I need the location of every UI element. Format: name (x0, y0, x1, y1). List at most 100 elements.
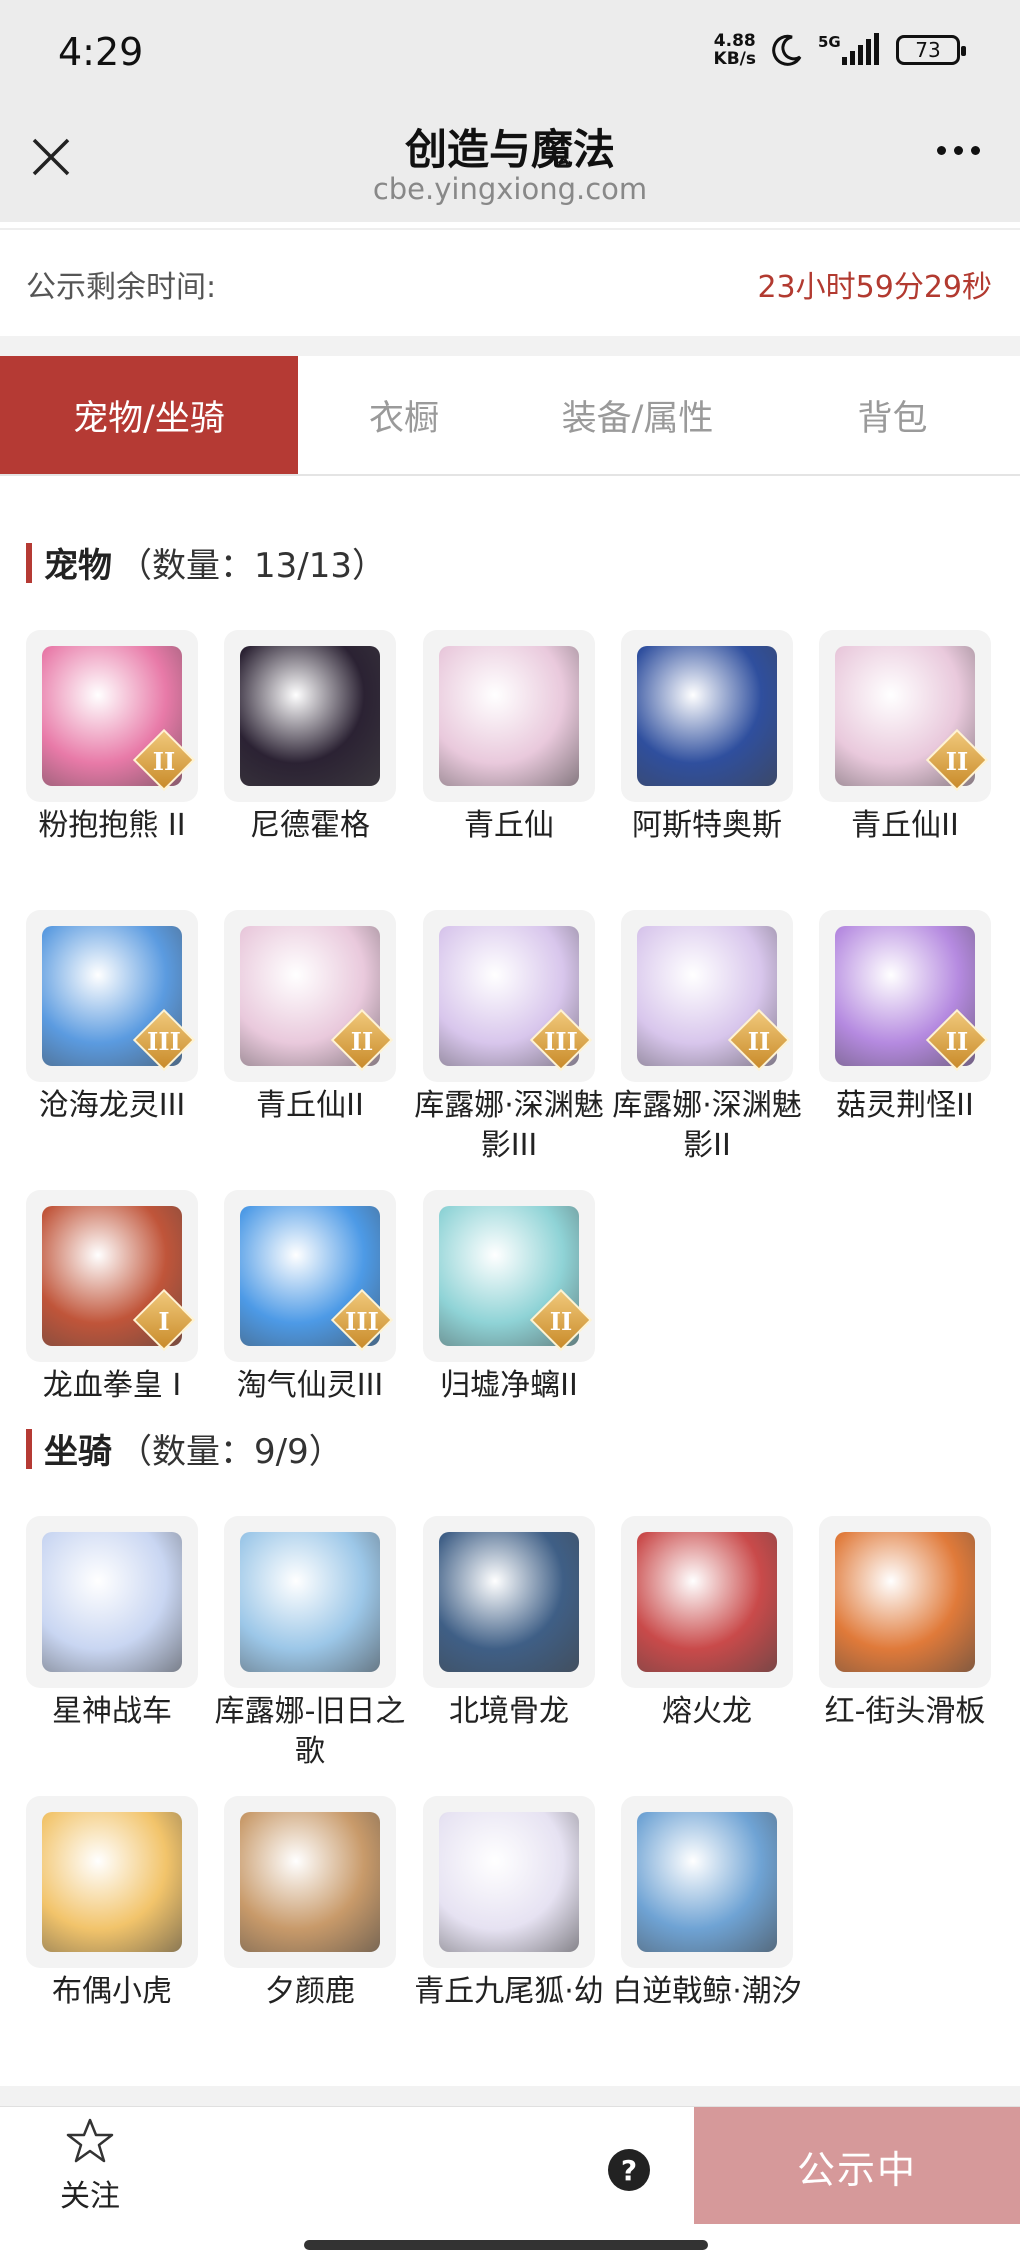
signal-icon: 5G (818, 33, 882, 67)
item-card[interactable]: II 菇灵荆怪II (819, 910, 991, 1126)
battery-level: 73 (915, 38, 941, 62)
item-name: 星神战车 (52, 1694, 172, 1729)
moon-icon (770, 33, 804, 67)
tab-pets-mounts[interactable]: 宠物/坐骑 (0, 356, 298, 474)
item-card[interactable]: 熔火龙 (621, 1516, 793, 1732)
network-label: 5G (818, 33, 841, 51)
battery-icon: 73 (896, 35, 966, 65)
item-name: 青丘九尾狐·幼 (414, 1974, 604, 2009)
item-card[interactable]: III 沧海龙灵III (26, 910, 198, 1126)
item-card[interactable]: 夕颜鹿 (224, 1796, 396, 2012)
item-thumbnail: III (423, 910, 595, 1082)
item-card[interactable]: I 龙血拳皇 I (26, 1190, 198, 1406)
title-bar: 创造与魔法 cbe.yingxiong.com (0, 110, 1020, 222)
item-card[interactable]: 尼德霍格 (224, 630, 396, 846)
item-image (240, 1812, 380, 1952)
bottom-bar: 关注 ? 公示中 (0, 2106, 1020, 2225)
grade-badge-text: II (945, 1027, 969, 1056)
item-thumbnail (224, 1516, 396, 1688)
more-dot (971, 146, 980, 155)
item-name: 龙血拳皇 I (42, 1368, 182, 1403)
more-button[interactable] (937, 146, 980, 155)
item-card[interactable]: II 青丘仙II (819, 630, 991, 846)
item-thumbnail: II (621, 910, 793, 1082)
follow-label: 关注 (60, 2179, 120, 2214)
item-thumbnail: II (423, 1190, 595, 1362)
section-count: （数量：13/13） (118, 546, 386, 586)
item-name: 淘气仙灵III (236, 1368, 384, 1403)
item-thumbnail (621, 630, 793, 802)
item-card[interactable]: 阿斯特奥斯 (621, 630, 793, 846)
item-image (240, 646, 380, 786)
section-title: 宠物 (44, 546, 112, 586)
grade-badge-text: II (350, 1027, 374, 1056)
timer-value: 23小时59分29秒 (757, 270, 992, 305)
item-thumbnail (26, 1516, 198, 1688)
item-card[interactable]: II 归墟净螭II (423, 1190, 595, 1406)
item-card[interactable]: 库露娜-旧日之歌 (215, 1516, 405, 1772)
item-thumbnail: III (26, 910, 198, 1082)
item-thumbnail: III (224, 1190, 396, 1362)
item-image (240, 1532, 380, 1672)
item-name: 布偶小虎 (52, 1974, 172, 2009)
item-thumbnail (423, 1516, 595, 1688)
item-thumbnail (621, 1516, 793, 1688)
item-thumbnail (621, 1796, 793, 1968)
item-card[interactable]: 北境骨龙 (423, 1516, 595, 1732)
item-card[interactable]: II 库露娜·深渊魅影II (612, 910, 802, 1166)
grade-badge-text: II (152, 747, 176, 776)
item-card[interactable]: II 粉抱抱熊 II (26, 630, 198, 846)
pets-section-header: 宠物 （数量：13/13） (26, 538, 386, 587)
item-thumbnail: II (819, 910, 991, 1082)
mounts-section-header: 坐骑 （数量：9/9） (26, 1424, 343, 1473)
net-speed-value: 4.88 (713, 31, 756, 51)
item-name: 青丘仙 (464, 808, 554, 843)
tab-backpack[interactable]: 背包 (765, 356, 1020, 474)
item-thumbnail: I (26, 1190, 198, 1362)
section-count: （数量：9/9） (118, 1432, 343, 1472)
item-card[interactable]: 布偶小虎 (26, 1796, 198, 2012)
item-card[interactable]: III 淘气仙灵III (224, 1190, 396, 1406)
item-name: 青丘仙II (851, 808, 959, 843)
tab-equipment[interactable]: 装备/属性 (510, 356, 765, 474)
item-card[interactable]: 青丘仙 (423, 630, 595, 846)
item-card[interactable]: 白逆戟鲸·潮汐 (612, 1796, 802, 2012)
item-card[interactable]: III 库露娜·深渊魅影III (414, 910, 604, 1166)
item-image (637, 1812, 777, 1952)
item-name: 库露娜·深渊魅影II (612, 1088, 802, 1163)
tab-wardrobe[interactable]: 衣橱 (298, 356, 510, 474)
home-indicator[interactable] (304, 2240, 708, 2250)
item-image (42, 1812, 182, 1952)
item-name: 粉抱抱熊 II (38, 808, 186, 843)
item-card[interactable]: 青丘九尾狐·幼 (414, 1796, 604, 2012)
item-thumbnail (224, 1796, 396, 1968)
item-thumbnail: II (224, 910, 396, 1082)
item-name: 夕颜鹿 (265, 1974, 355, 2009)
more-dot (954, 146, 963, 155)
item-image (637, 646, 777, 786)
item-card[interactable]: 红-街头滑板 (819, 1516, 991, 1732)
publicity-status-button[interactable]: 公示中 (694, 2107, 1020, 2225)
star-icon (66, 2118, 114, 2163)
help-icon[interactable]: ? (608, 2149, 650, 2191)
divider (0, 2086, 1020, 2106)
section-title: 坐骑 (44, 1432, 112, 1472)
item-name: 白逆戟鲸·潮汐 (612, 1974, 802, 2009)
item-thumbnail (26, 1796, 198, 1968)
item-image (439, 646, 579, 786)
item-thumbnail (224, 630, 396, 802)
item-thumbnail (819, 1516, 991, 1688)
item-image (42, 1532, 182, 1672)
item-card[interactable]: II 青丘仙II (224, 910, 396, 1126)
grade-badge-text: III (544, 1027, 578, 1056)
item-thumbnail: II (26, 630, 198, 802)
item-thumbnail: II (819, 630, 991, 802)
net-speed: 4.88 KB/s (714, 32, 756, 68)
status-time: 4:29 (58, 30, 144, 74)
item-name: 库露娜·深渊魅影III (414, 1088, 604, 1163)
item-name: 青丘仙II (256, 1088, 364, 1123)
follow-button[interactable]: 关注 (52, 2117, 128, 2215)
item-name: 红-街头滑板 (824, 1694, 986, 1729)
item-card[interactable]: 星神战车 (26, 1516, 198, 1732)
grade-badge-text: II (945, 747, 969, 776)
